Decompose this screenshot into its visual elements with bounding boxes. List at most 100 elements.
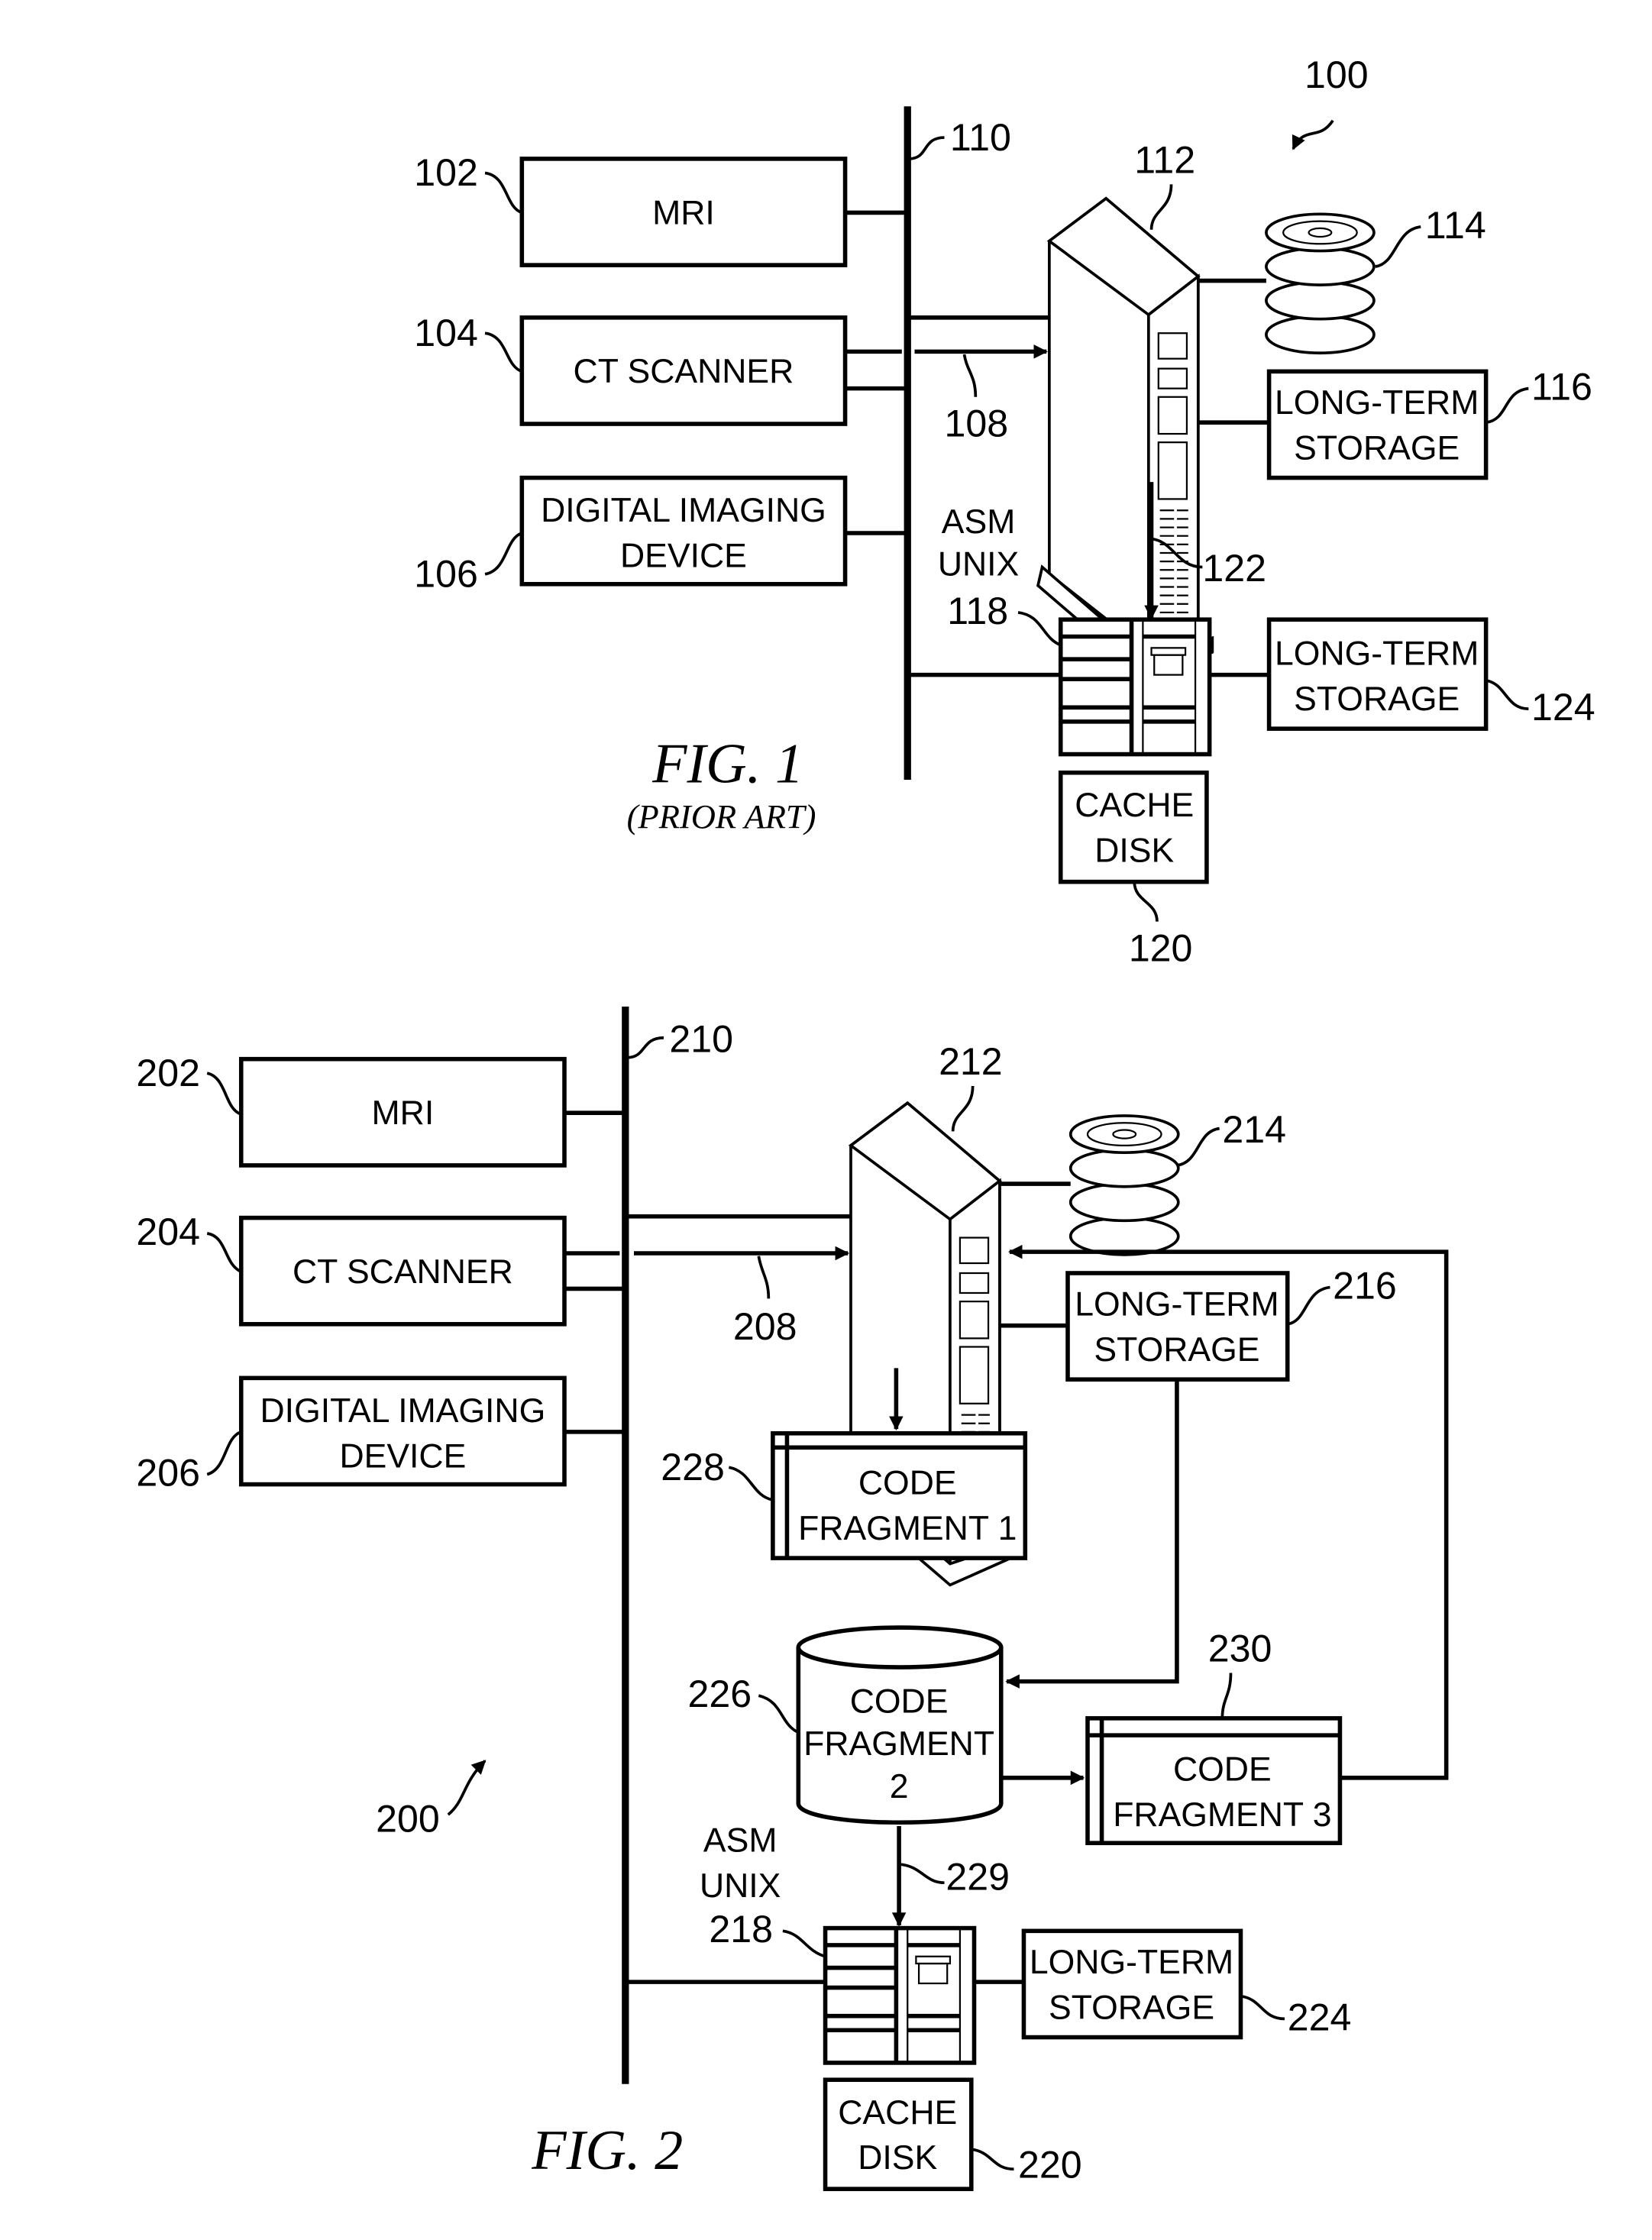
frag3-leader xyxy=(1220,1673,1233,1718)
asm-unix-218-icon xyxy=(826,1928,975,2063)
figure-1-title: FIG. 1 xyxy=(651,733,803,796)
asm-unix-118-icon xyxy=(1061,619,1210,754)
ct-scanner-label: CT SCANNER xyxy=(574,353,794,390)
connection-208-leader xyxy=(757,1256,771,1299)
lts216-label-1: LONG-TERM xyxy=(1075,1286,1279,1324)
tape-cartridges-214-icon xyxy=(1068,1114,1180,1256)
mri-202-label: MRI xyxy=(372,1094,435,1132)
server-112-icon xyxy=(1036,197,1214,682)
cache220-ref: 220 xyxy=(1018,2143,1082,2186)
frag3-label-2: FRAGMENT 3 xyxy=(1113,1796,1331,1834)
server-212-ref: 212 xyxy=(939,1040,1003,1083)
tapes-leader xyxy=(1375,225,1421,268)
lts216-ref: 216 xyxy=(1333,1264,1397,1307)
frag3-ref: 230 xyxy=(1208,1627,1272,1670)
cache-leader xyxy=(1133,881,1159,922)
dig-206-leader xyxy=(206,1430,242,1476)
frag1-ref: 228 xyxy=(661,1446,725,1488)
digital-imaging-label-1: DIGITAL IMAGING xyxy=(541,492,826,529)
dig-206-label-1: DIGITAL IMAGING xyxy=(260,1392,546,1430)
bus-leader xyxy=(908,136,945,160)
frag1-leader xyxy=(728,1466,774,1501)
lts116-label-1: LONG-TERM xyxy=(1275,384,1479,422)
mri-202-ref: 202 xyxy=(136,1052,200,1094)
frag3-label-1: CODE xyxy=(1173,1751,1272,1789)
server-212-leader xyxy=(951,1085,975,1132)
cache220-label-1: CACHE xyxy=(838,2094,957,2132)
lts224-label-1: LONG-TERM xyxy=(1030,1944,1233,1981)
link-122-ref: 122 xyxy=(1202,547,1266,590)
lts116-label-2: STORAGE xyxy=(1294,429,1460,467)
digital-imaging-label-2: DEVICE xyxy=(620,538,747,575)
system-200-arrow xyxy=(447,1760,487,1816)
figure-2: 210 MRI 202 CT SCANNER 204 DIGITAL IMAGI… xyxy=(136,1006,1449,2191)
mri-leader xyxy=(484,171,523,215)
cache220-leader xyxy=(971,2148,1014,2171)
ct-ref: 104 xyxy=(414,312,478,354)
mri-ref: 102 xyxy=(414,151,478,194)
figure-1-subtitle: (PRIOR ART) xyxy=(627,797,816,836)
tape-cartridges-114-icon xyxy=(1265,212,1376,355)
dig-206-label-2: DEVICE xyxy=(339,1437,466,1475)
asm218-leader xyxy=(782,1929,826,1958)
asm218-label-1: ASM xyxy=(703,1821,778,1859)
bus210-leader xyxy=(626,1036,664,1059)
bus-ref-110: 110 xyxy=(950,116,1011,159)
mri-label: MRI xyxy=(652,194,715,231)
connection-ref: 108 xyxy=(945,402,1009,445)
asm218-ref: 218 xyxy=(709,1908,773,1951)
server-leader xyxy=(1149,184,1173,230)
asm-leader xyxy=(1017,611,1062,647)
ct-204-ref: 204 xyxy=(136,1211,200,1253)
tapes-214-leader xyxy=(1176,1126,1220,1167)
lts124-label-1: LONG-TERM xyxy=(1275,635,1479,673)
digital-imaging-ref: 106 xyxy=(414,553,478,596)
frag2-label-3: 2 xyxy=(890,1768,909,1805)
lts224-label-2: STORAGE xyxy=(1049,1989,1214,2026)
patent-drawing: 100 110 MRI 102 CT SCANNER 104 DIGITAL I… xyxy=(136,53,1595,2191)
cache-label-2: DISK xyxy=(1094,832,1174,870)
link-229-ref: 229 xyxy=(946,1855,1010,1898)
mri-202-leader xyxy=(206,1072,242,1116)
figure-1: 100 110 MRI 102 CT SCANNER 104 DIGITAL I… xyxy=(414,53,1595,969)
lts224-leader xyxy=(1240,1994,1285,2021)
digital-imaging-leader xyxy=(484,532,523,576)
system-ref-arrow xyxy=(1292,119,1334,150)
system-ref-100: 100 xyxy=(1304,53,1369,96)
asm-label-2: UNIX xyxy=(938,546,1019,583)
link-229-leader xyxy=(898,1863,945,1885)
ct-204-label: CT SCANNER xyxy=(293,1253,513,1291)
lts224-ref: 224 xyxy=(1288,1996,1352,2038)
lts216-leader xyxy=(1287,1285,1330,1326)
server-ref: 112 xyxy=(1134,138,1195,181)
connection-leader xyxy=(962,354,978,397)
connection-208-ref: 208 xyxy=(733,1305,797,1348)
lts116-leader xyxy=(1486,386,1529,425)
lts124-ref: 124 xyxy=(1531,686,1595,729)
cache-label-1: CACHE xyxy=(1075,787,1194,824)
asm218-label-2: UNIX xyxy=(700,1867,781,1905)
asm-ref: 118 xyxy=(947,590,1008,632)
lts116-ref: 116 xyxy=(1531,365,1592,408)
lts216-to-frag2-link xyxy=(1005,1379,1179,1689)
cache220-label-2: DISK xyxy=(858,2139,937,2177)
system-ref-200: 200 xyxy=(376,1797,440,1840)
ct-204-leader xyxy=(206,1232,242,1273)
frag2-label-1: CODE xyxy=(850,1682,949,1720)
frag2-leader xyxy=(758,1694,800,1734)
cache-ref: 120 xyxy=(1129,927,1193,970)
frag1-label-2: FRAGMENT 1 xyxy=(798,1510,1017,1547)
dig-206-ref: 206 xyxy=(136,1451,200,1494)
figure-2-title: FIG. 2 xyxy=(531,2119,683,2182)
lts124-leader xyxy=(1486,679,1529,711)
lts124-label-2: STORAGE xyxy=(1294,680,1460,718)
tapes-ref: 114 xyxy=(1425,204,1486,247)
ct-leader xyxy=(484,331,523,373)
bus210-ref: 210 xyxy=(669,1017,733,1060)
tapes-214-ref: 214 xyxy=(1222,1108,1286,1151)
lts216-label-2: STORAGE xyxy=(1094,1331,1259,1369)
frag2-label-2: FRAGMENT xyxy=(803,1725,994,1763)
asm-label-1: ASM xyxy=(942,503,1016,541)
frag1-label-1: CODE xyxy=(858,1465,957,1502)
frag2-ref: 226 xyxy=(688,1673,752,1715)
